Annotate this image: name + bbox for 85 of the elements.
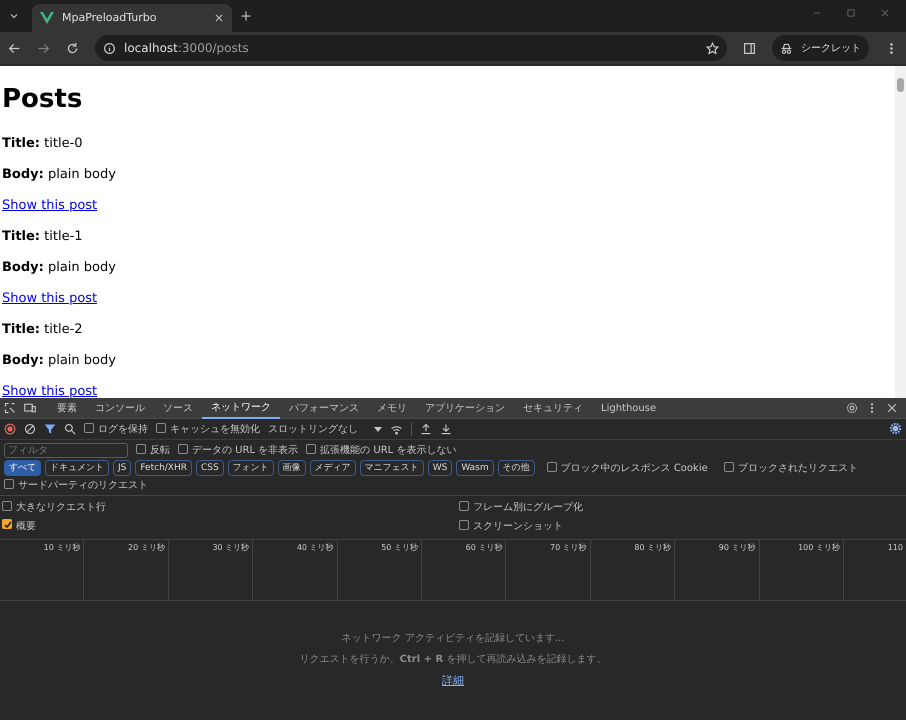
panel-tab[interactable]: ネットワーク [202,398,280,418]
type-filter-chip[interactable]: すべて [4,460,41,476]
empty-message: ネットワーク アクティビティを記録しています... [342,632,564,646]
post-title: Title: title-1 [2,228,84,246]
page-heading: Posts [2,84,84,116]
incognito-icon [780,42,793,54]
type-filter-chip[interactable]: ドキュメント [45,460,109,476]
timeline-tick: 60 ミリ秒 [466,543,502,552]
timeline-tick: 20 ミリ秒 [128,543,165,552]
type-filter-chip[interactable]: その他 [498,460,535,476]
type-filter-chip[interactable]: 画像 [278,460,306,476]
panel-tab[interactable]: アプリケーション [416,398,514,418]
show-post-link[interactable]: Show this post [2,198,98,214]
checkbox[interactable]: ブロックされたリクエスト [724,460,858,476]
reload-icon[interactable] [66,42,79,54]
settings-icon[interactable] [846,402,858,414]
post-body: Body: plain body [2,352,117,370]
settings-icon[interactable] [889,422,902,436]
panel-tab[interactable]: メモリ [368,398,416,418]
checkbox[interactable]: ログを保持 [84,422,148,436]
post-title: Title: title-2 [2,321,84,340]
panel-tab[interactable]: 要素 [48,398,86,418]
forward-icon[interactable] [37,42,50,54]
timeline-tick: 40 ミリ秒 [296,543,334,552]
timeline-tick: 10 ミリ秒 [44,543,80,552]
checkbox[interactable]: サードパーティのリクエスト [4,480,148,491]
download-icon[interactable] [440,423,452,435]
star-icon[interactable] [706,42,719,54]
record-icon[interactable] [4,423,16,435]
checkbox[interactable]: 拡張機能の URL を表示しない [306,442,456,458]
timeline-tick: 90 ミリ秒 [718,543,756,552]
filter-icon[interactable] [44,423,56,435]
logo-icon [40,12,54,24]
caret-icon [374,425,382,433]
show-post-link[interactable]: Show this post [2,291,98,306]
type-filter-chip[interactable]: マニフェスト [360,460,424,476]
filter-field[interactable]: フィルタ [4,442,128,458]
timeline-tick: 30 ミリ秒 [212,543,250,552]
learn-more-link[interactable]: 詳細 [442,673,464,690]
upload-icon[interactable] [420,423,432,435]
check-icon [3,520,13,530]
type-filter-chip[interactable]: Fetch/XHR [135,460,192,476]
checkbox[interactable]: ブロック中のレスポンス Cookie [546,460,708,476]
checkbox[interactable]: キャッシュを無効化 [156,422,260,436]
timeline-tick: 100 ミリ秒 [798,543,840,552]
checkbox[interactable]: フレーム別にグループ化 [459,502,583,513]
type-filter-chip[interactable]: メディア [310,460,356,476]
post-title: Title: title-0 [2,135,84,154]
maximize-icon[interactable] [846,8,856,18]
checkbox[interactable]: 概要 [2,521,36,532]
type-filter-chip[interactable]: JS [113,460,132,476]
panel-tab[interactable]: セキュリティ [514,398,592,418]
checkbox[interactable]: データの URL を非表示 [178,442,298,458]
checkbox[interactable]: 反転 [136,442,170,458]
clear-icon[interactable] [24,423,36,435]
type-filter-chip[interactable]: WS [428,460,452,476]
post-body: Body: plain body [2,166,117,184]
timeline-tick: 80 ミリ秒 [634,543,672,552]
checkbox[interactable]: 大きなリクエスト行 [2,502,106,513]
checkbox[interactable]: スクリーンショット [459,521,563,532]
post-body: Body: plain body [2,259,117,278]
timeline-tick: 50 ミリ秒 [381,543,418,552]
timeline-tick: 70 ミリ秒 [550,543,587,552]
device-icon[interactable] [24,402,36,414]
profile-button[interactable]: シークレット [772,35,869,61]
back-icon[interactable] [8,42,21,54]
type-filter-chip[interactable]: Wasm [456,460,494,476]
type-filter-chip[interactable]: フォント [228,460,274,476]
show-post-link[interactable]: Show this post [2,384,98,400]
empty-hint: リクエストを行うか、Ctrl + R を押して再読み込みを記録します。 [300,652,606,667]
panel-tab[interactable]: パフォーマンス [280,398,368,418]
type-filter-chip[interactable]: CSS [196,460,224,476]
timeline-tick: 110 [888,543,903,552]
close-icon[interactable] [886,402,898,414]
panel-tab[interactable]: コンソール [86,398,154,418]
scrollbar[interactable] [895,66,906,398]
throttling-select[interactable]: スロットリングなし [268,422,382,436]
panel-tab[interactable]: ソース [154,398,202,418]
plus-icon[interactable] [240,10,252,22]
panel-tab[interactable]: Lighthouse [592,398,666,418]
close-icon[interactable] [214,13,224,23]
search-icon[interactable] [64,423,76,435]
info-icon[interactable] [103,42,116,54]
inspect-icon[interactable] [4,402,16,414]
side-panel-icon[interactable] [743,42,756,54]
